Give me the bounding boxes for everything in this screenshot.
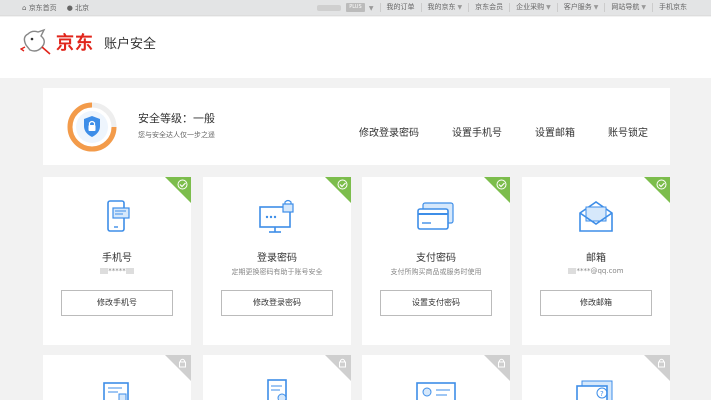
security-summary-card: 安全等级：一般 您与安全达人仅一步之遥 修改登录密码 设置手机号 设置邮箱 账号… [43,88,670,165]
security-question-icon: ? [576,380,613,400]
document-icon [267,379,287,400]
locked-card [43,355,191,400]
chevron-down-icon: ▼ [593,4,599,12]
user-account[interactable]: PLUS ▼ [311,3,379,13]
card-description: 定期更换密码有助于账号安全 [231,268,323,276]
locked-card [362,355,510,400]
monitor-lock-icon [259,199,294,233]
jd-logo[interactable]: 京东 账户安全 [20,27,156,57]
customer-service-link[interactable]: 客户服务 ▼ [556,3,605,13]
username-masked [317,4,342,11]
set-payment-password-button[interactable]: 设置支付密码 [380,290,492,316]
change-login-password-link[interactable]: 修改登录密码 [359,124,419,139]
chevron-down-icon: ▼ [368,4,374,12]
card-title: 支付密码 [416,253,456,264]
jd-mascot-icon [20,28,51,55]
email-card: 邮箱 ****@qq.com 修改邮箱 [522,177,670,345]
page-title: 账户安全 [104,36,157,52]
masked-phone: ***** [43,267,191,275]
lock-icon [339,358,346,368]
lock-icon [658,358,665,368]
check-icon [496,179,507,190]
card-title: 邮箱 [586,253,606,264]
check-icon [177,179,188,190]
home-icon: ⌂ [22,4,27,12]
check-icon [656,179,667,190]
set-phone-link[interactable]: 设置手机号 [452,124,502,139]
login-password-card: 登录密码 定期更换密码有助于账号安全 修改登录密码 [203,177,351,345]
location-pin-icon: ● [66,4,73,12]
my-orders-link[interactable]: 我的订单 [379,3,421,13]
lock-icon [498,358,505,368]
location-selector[interactable]: ● 北京 [67,3,89,13]
card-title: 登录密码 [257,253,297,264]
envelope-icon [579,201,613,232]
lock-icon [179,358,186,368]
home-link[interactable]: ⌂ 京东首页 [22,3,57,13]
card-description: 支付所购买商品或服务时使用 [390,268,482,276]
logo-text: 京东 [56,33,94,54]
svg-text:?: ? [600,390,604,398]
enterprise-purchase-link[interactable]: 企业采购 ▼ [509,3,557,13]
chevron-down-icon: ▼ [641,4,646,12]
account-lock-link[interactable]: 账号锁定 [608,124,648,139]
set-email-link[interactable]: 设置邮箱 [535,124,575,139]
security-level-subtitle: 您与安全达人仅一步之遥 [138,131,215,139]
id-card-icon [416,382,456,400]
plus-badge: PLUS [346,3,365,12]
page-header: 京东 账户安全 [0,17,711,78]
card-title: 手机号 [102,253,132,264]
phone-card: 手机号 ***** 修改手机号 [43,177,191,345]
card-icon [417,202,454,230]
site-nav-link[interactable]: 网站导航 ▼ [604,3,652,13]
locked-card [203,355,351,400]
quick-actions: 修改登录密码 设置手机号 设置邮箱 账号锁定 [359,124,648,139]
change-login-password-button[interactable]: 修改登录密码 [221,290,333,316]
top-nav-bar: ⌂ 京东首页 ● 北京 PLUS ▼ 我的订单 我的京东 ▼ 京东会员 企业采购 ▼… [0,0,711,16]
my-jd-link[interactable]: 我的京东 ▼ [420,3,469,13]
change-email-button[interactable]: 修改邮箱 [540,290,652,316]
jd-member-link[interactable]: 京东会员 [468,3,509,13]
masked-email: ****@qq.com [522,267,670,275]
certificate-icon [103,382,129,400]
chevron-down-icon: ▼ [546,4,551,12]
change-phone-button[interactable]: 修改手机号 [61,290,173,316]
security-level-title: 安全等级：一般 [138,112,215,125]
locked-card: ? [522,355,670,400]
chevron-down-icon: ▼ [457,4,463,12]
security-level-gauge [67,102,117,152]
payment-password-card: 支付密码 支付所购买商品或服务时使用 设置支付密码 [362,177,510,345]
mobile-jd-link[interactable]: 手机京东 [652,3,693,13]
check-icon [337,179,348,190]
phone-icon [107,200,130,232]
